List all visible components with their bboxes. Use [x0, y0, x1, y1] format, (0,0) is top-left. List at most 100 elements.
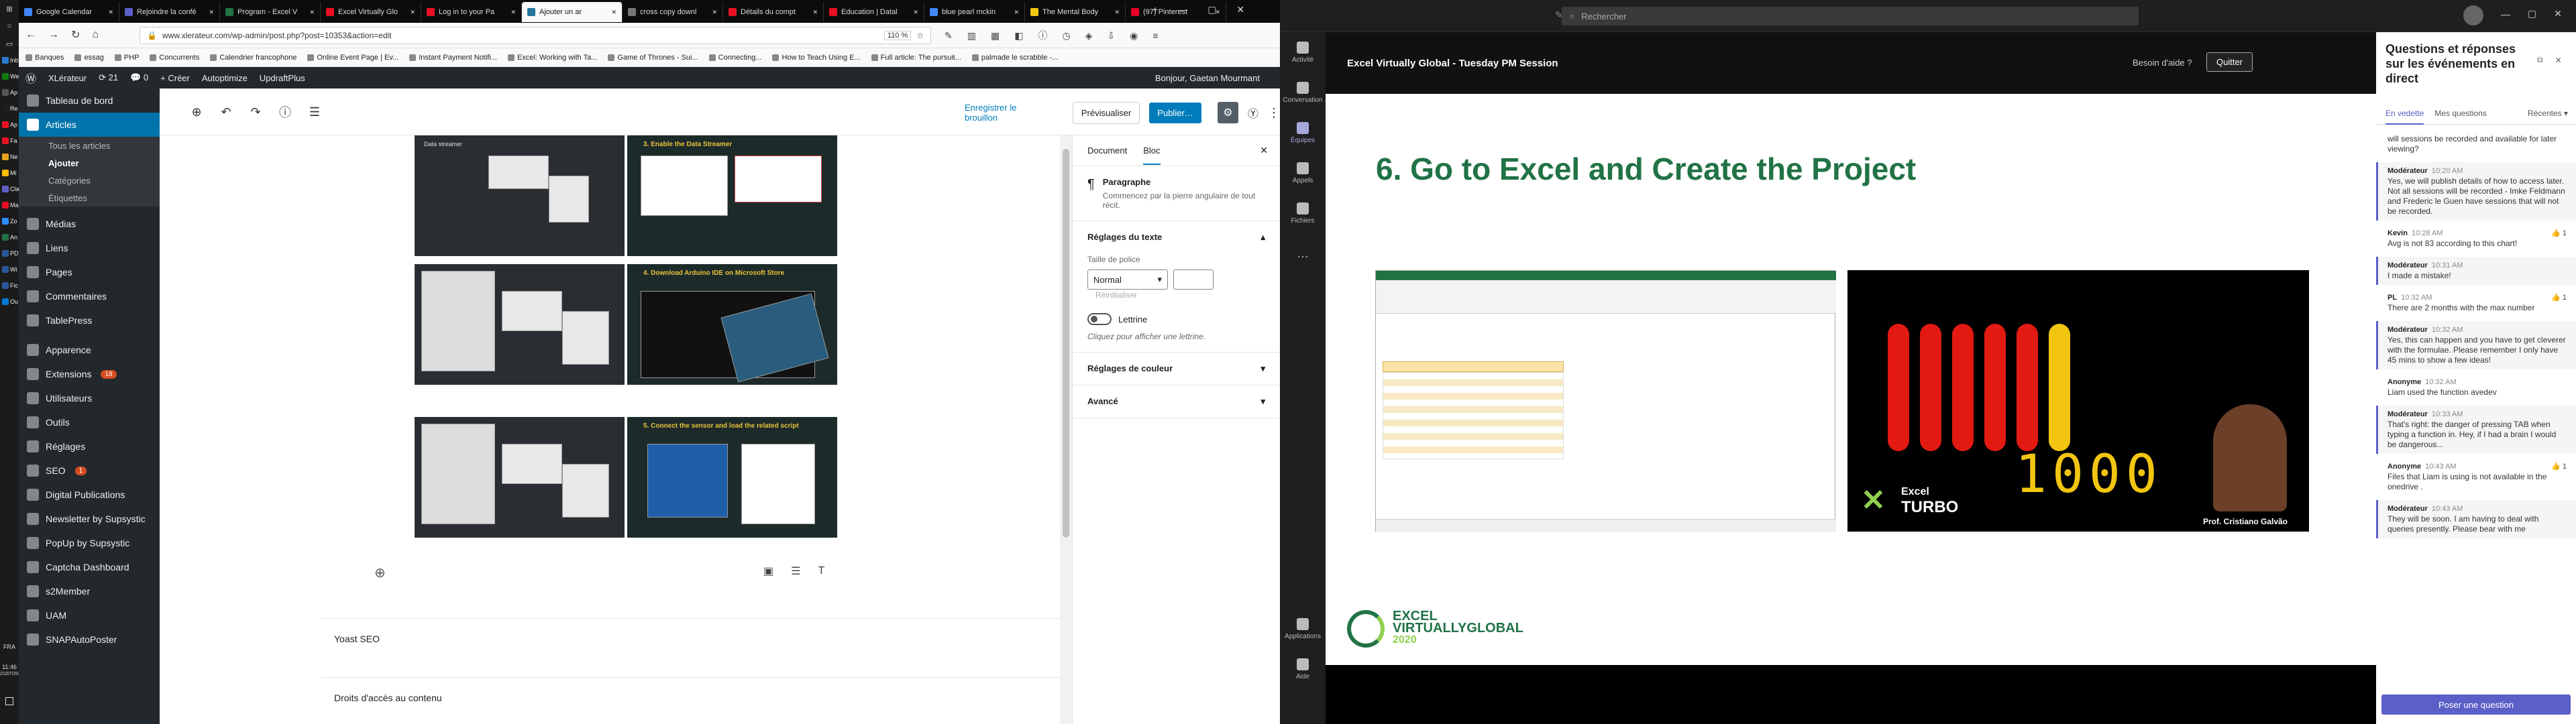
preview-button[interactable]: Prévisualiser — [1072, 101, 1140, 124]
submenu-item[interactable]: Étiquettes — [19, 189, 160, 206]
help-link[interactable]: Besoin d'aide ? — [2133, 58, 2192, 68]
pen-icon[interactable]: ✎ — [945, 30, 953, 42]
close-icon[interactable]: ✕ — [1260, 145, 1268, 156]
save-draft-button[interactable]: Enregistrer le brouillon — [965, 103, 1050, 123]
access-rights-panel[interactable]: Droits d'accès au contenu ▾ — [321, 677, 1072, 717]
taskbar-app[interactable]: Zo — [0, 213, 19, 229]
back-icon[interactable]: ← — [25, 29, 36, 41]
list-view-icon[interactable]: ☰ — [305, 102, 325, 122]
tab-document[interactable]: Document — [1087, 145, 1127, 156]
browser-tab[interactable]: cross copy downl ✕ — [623, 2, 723, 22]
rail-item[interactable]: Appels — [1280, 153, 1326, 193]
teams-search[interactable]: ⌕ Rechercher — [1562, 7, 2139, 25]
reader-icon[interactable]: ◧ — [1014, 30, 1023, 42]
image-row-3[interactable]: 5. Connect the sensor and load the relat… — [415, 417, 837, 538]
browser-tab[interactable]: Education | Datal ✕ — [824, 2, 924, 22]
screenshot-thumb[interactable] — [415, 417, 625, 538]
rail-item[interactable]: Aide — [1280, 649, 1326, 689]
taskbar-app[interactable]: Re — [0, 101, 19, 117]
yoast-seo-panel[interactable]: Yoast SEO ▾ — [321, 618, 1072, 658]
more-menu-icon[interactable]: ⋮ — [1268, 106, 1280, 120]
sidebar-item[interactable]: SEO 1 — [19, 459, 160, 483]
taskbar-app[interactable]: Wi — [0, 261, 19, 278]
sidebar-item[interactable]: SNAPAutoPoster — [19, 627, 160, 652]
publish-button[interactable]: Publier… — [1149, 102, 1201, 123]
sidebar-item[interactable]: Digital Publications — [19, 483, 160, 507]
minimize-icon[interactable]: — — [2501, 9, 2510, 19]
tab-close-icon[interactable]: ✕ — [712, 9, 717, 16]
reset-button[interactable]: Réinitialiser — [1095, 290, 1137, 300]
wordpress-logo-icon[interactable]: Ⓦ — [25, 70, 36, 86]
text-settings-toggle[interactable]: Réglages du texte ▴ — [1087, 232, 1265, 243]
screenshot-thumb[interactable] — [415, 264, 625, 385]
bookmark-item[interactable]: Connecting... — [708, 54, 761, 62]
editor-canvas[interactable]: Data streamer 3. Enable the Data Streame… — [160, 135, 1072, 724]
ask-question-button[interactable]: Poser une question — [2381, 695, 2571, 715]
rail-item[interactable]: Conversation — [1280, 72, 1326, 113]
like-count[interactable]: 👍 1 — [2551, 293, 2567, 303]
taskbar-app[interactable]: PD — [0, 245, 19, 261]
extension-icon[interactable]: ◈ — [1085, 30, 1093, 42]
maximize-icon[interactable]: ▢ — [2528, 8, 2536, 19]
library-icon[interactable]: ▥ — [967, 30, 976, 42]
sidebar-item[interactable]: Outils — [19, 410, 160, 434]
sort-recent-dropdown[interactable]: Récentes ▾ — [2528, 109, 2568, 124]
bookmark-item[interactable]: Instant Payment Notifi... — [409, 54, 497, 62]
bookmark-item[interactable]: Excel: Working with Ta... — [507, 54, 597, 62]
tab-close-icon[interactable]: ✕ — [108, 9, 113, 16]
taskbar-lang[interactable]: FRA — [0, 644, 19, 650]
tab-close-icon[interactable]: ✕ — [812, 9, 818, 16]
tab-close-icon[interactable]: ✕ — [1114, 9, 1120, 16]
taskbar-date[interactable]: 21/07/2020 — [0, 672, 23, 676]
like-count[interactable]: 👍 1 — [2551, 462, 2567, 472]
browser-tab[interactable]: Google Calendar ✕ — [19, 2, 119, 22]
submenu-item[interactable]: Tous les articles — [19, 137, 160, 154]
sidebar-item[interactable]: Réglages — [19, 434, 160, 459]
browser-tab[interactable]: Program - Excel V ✕ — [220, 2, 321, 22]
user-greeting[interactable]: Bonjour, Gaetan Mourmant — [1155, 73, 1280, 83]
taskbar-app[interactable]: Ap — [0, 117, 19, 133]
task-view-icon[interactable]: ▭ — [0, 35, 19, 52]
menu-articles[interactable]: Articles — [19, 113, 160, 137]
new-menu[interactable]: + Créer — [160, 73, 190, 83]
rail-item[interactable]: Applications — [1280, 609, 1326, 649]
advanced-section[interactable]: Avancé ▾ — [1073, 385, 1280, 418]
bookmark-item[interactable]: Banques — [25, 54, 64, 62]
redo-icon[interactable]: ↷ — [246, 102, 266, 122]
taskbar-app[interactable]: Fic — [0, 278, 19, 294]
home-icon[interactable]: ⌂ — [92, 29, 99, 41]
minimize-icon[interactable]: — — [1178, 4, 1187, 15]
tab-close-icon[interactable]: ✕ — [309, 9, 315, 16]
sidebar-item[interactable]: Apparence — [19, 338, 160, 362]
taskbar-app[interactable]: Fa — [0, 133, 19, 149]
image-row-1[interactable]: Data streamer 3. Enable the Data Streame… — [415, 135, 837, 256]
info-icon[interactable]: ⓘ — [275, 102, 295, 122]
sidebar-item[interactable]: Extensions 18 — [19, 362, 160, 386]
rail-item[interactable]: Activité — [1280, 32, 1326, 72]
tab-close-icon[interactable]: ✕ — [511, 9, 516, 16]
tab-close-icon[interactable]: ✕ — [209, 9, 214, 16]
updraft-menu[interactable]: UpdraftPlus — [260, 73, 305, 83]
sidebar-item[interactable]: TablePress — [19, 308, 160, 333]
screenshot-thumb[interactable]: 4. Download Arduino IDE on Microsoft Sto… — [627, 264, 837, 385]
info-icon[interactable]: ⓘ — [1038, 29, 1047, 42]
grid-icon[interactable]: ▦ — [991, 30, 1000, 42]
bookmark-item[interactable]: palmade le scrabble -... — [971, 54, 1058, 62]
sidebar-item[interactable]: s2Member — [19, 579, 160, 603]
browser-tab[interactable]: Ajouter un ar ✕ — [522, 2, 623, 22]
browser-tab[interactable]: Excel Virtually Glo ✕ — [321, 2, 421, 22]
taskbar-app[interactable]: Ma — [0, 197, 19, 213]
taskbar-app[interactable]: Mi — [0, 165, 19, 181]
updates-count[interactable]: ⟳ 21 — [99, 72, 118, 83]
plus-icon[interactable]: + — [1152, 4, 1158, 15]
screenshot-thumb[interactable]: 5. Connect the sensor and load the relat… — [627, 417, 837, 538]
bookmark-item[interactable]: essag — [74, 54, 104, 62]
yoast-icon[interactable]: Ⓨ — [1248, 105, 1258, 121]
search-icon[interactable]: ○ — [0, 17, 19, 35]
image-row-2[interactable]: 4. Download Arduino IDE on Microsoft Sto… — [415, 264, 837, 385]
bookmark-item[interactable]: PHP — [114, 54, 139, 62]
zoom-level[interactable]: 110 % — [883, 31, 912, 40]
bookmark-item[interactable]: Full article: The pursuit... — [871, 54, 961, 62]
browser-tab[interactable]: blue pearl mckin ✕ — [924, 2, 1025, 22]
heading-block-icon[interactable]: T — [818, 565, 824, 577]
